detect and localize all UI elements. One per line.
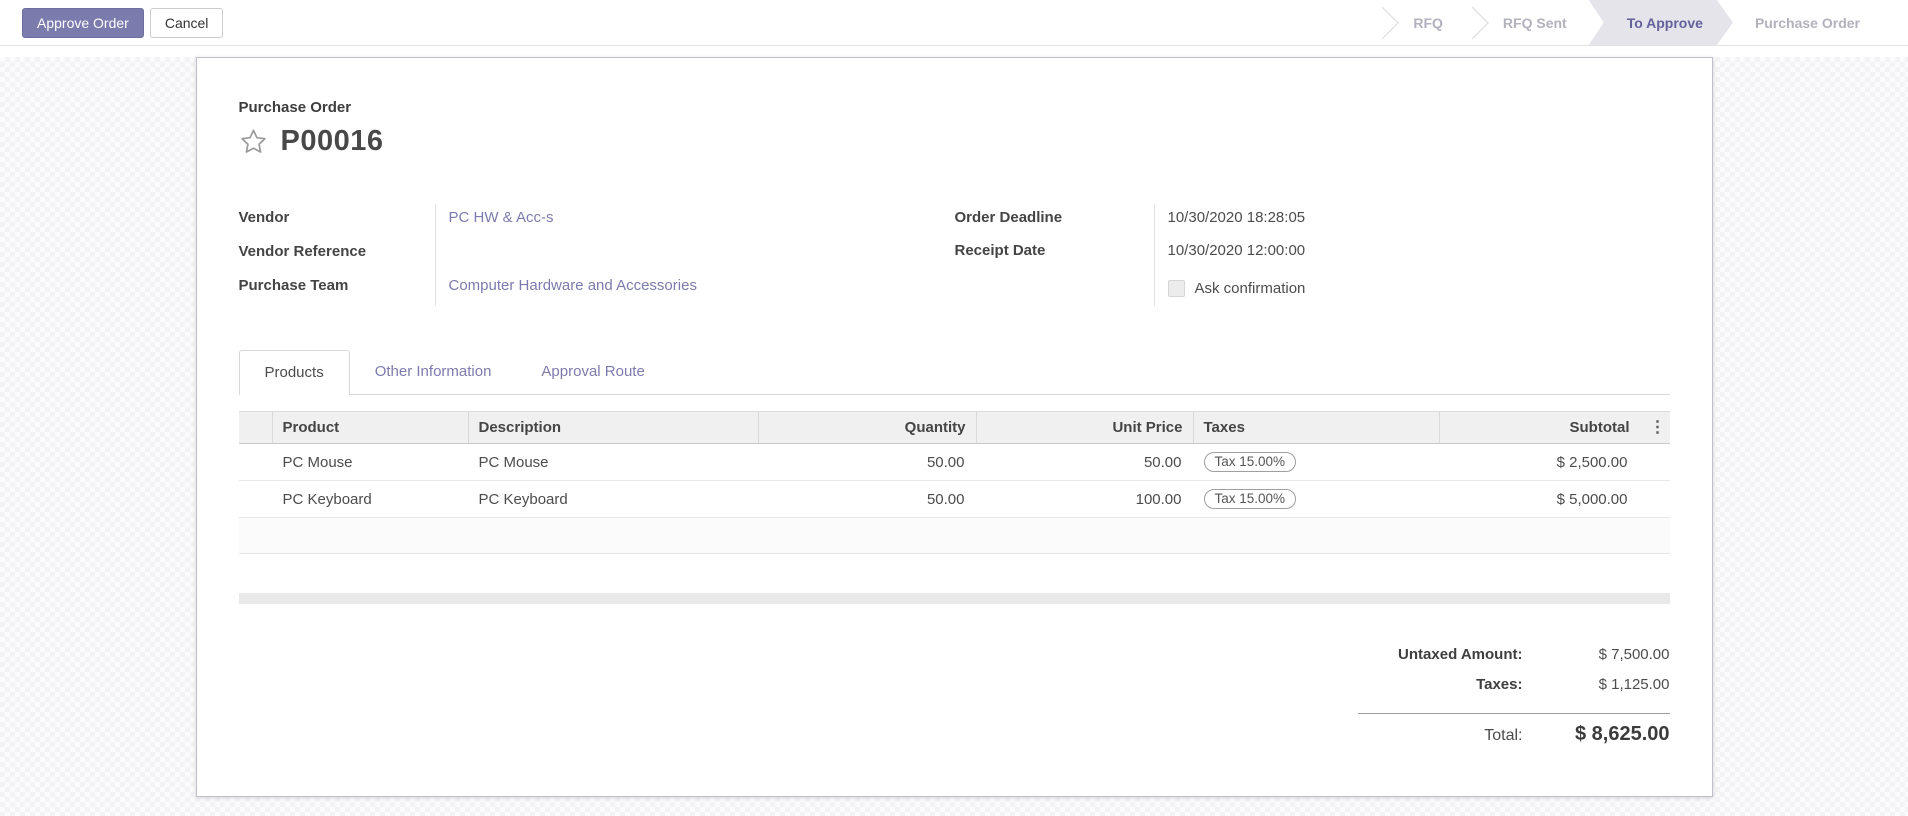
table-row[interactable]: PC Mouse PC Mouse 50.00 50.00 Tax 15.00%… — [238, 444, 1670, 481]
notebook-tabs: Products Other Information Approval Rout… — [238, 350, 1670, 395]
product-cell: PC Mouse — [282, 453, 353, 471]
star-icon[interactable] — [239, 127, 268, 156]
approve-order-button[interactable]: Approve Order — [22, 7, 144, 38]
tab-products[interactable]: Products — [238, 350, 350, 395]
empty-table-row — [238, 518, 1670, 554]
subtotal-column-header: Subtotal — [1569, 419, 1630, 436]
purchase-team-value[interactable]: Computer Hardware and Accessories — [434, 272, 929, 306]
statusbar-chevron-icon — [1375, 0, 1391, 45]
order-lines-table: Product Description Quantity Unit Price … — [238, 411, 1670, 554]
totals-block: Untaxed Amount: $ 7,500.00 Taxes: $ 1,12… — [1357, 646, 1670, 753]
tax-badge: Tax 15.00% — [1203, 452, 1297, 472]
field-group-left: Vendor PC HW & Acc-s Vendor Reference Pu… — [239, 204, 929, 306]
description-column-header: Description — [469, 412, 759, 443]
title-row: P00016 — [239, 125, 1670, 158]
form-view-background: Purchase Order P00016 Vendor PC HW & Acc… — [0, 57, 1908, 816]
quantity-cell: 50.00 — [926, 490, 965, 508]
tab-other-information[interactable]: Other Information — [350, 350, 517, 394]
field-groups: Vendor PC HW & Acc-s Vendor Reference Pu… — [239, 204, 1670, 306]
taxes-label: Taxes: — [1476, 676, 1523, 693]
subtotal-cell: $ 5,000.00 — [1556, 490, 1628, 508]
ask-confirmation-checkbox[interactable] — [1167, 280, 1185, 297]
ask-confirmation-row: Ask confirmation — [1153, 270, 1670, 306]
vendor-reference-label: Vendor Reference — [238, 243, 367, 260]
subtotal-cell: $ 2,500.00 — [1556, 453, 1628, 471]
unit-price-cell: 50.00 — [1143, 453, 1182, 471]
purchase-order-sheet: Purchase Order P00016 Vendor PC HW & Acc… — [195, 57, 1713, 797]
description-cell: PC Mouse — [478, 453, 549, 471]
statusbar-step-to-approve[interactable]: To Approve — [1589, 0, 1733, 45]
untaxed-amount-value: $ 7,500.00 — [1598, 646, 1670, 663]
order-deadline-value[interactable]: 10/30/2020 18:28:05 — [1153, 204, 1670, 237]
kebab-icon[interactable]: ⋮ — [1650, 419, 1666, 435]
unit-price-cell: 100.00 — [1135, 490, 1182, 508]
document-type-label: Purchase Order — [238, 99, 352, 116]
taxes-value: $ 1,125.00 — [1598, 676, 1670, 693]
purchase-team-label: Purchase Team — [238, 277, 349, 294]
empty-label-cell — [955, 270, 1154, 306]
cancel-button[interactable]: Cancel — [149, 7, 224, 38]
vendor-value[interactable]: PC HW & Acc-s — [434, 204, 929, 238]
total-value: $ 8,625.00 — [1574, 723, 1670, 745]
taxes-cell: Tax 15.00% — [1194, 452, 1440, 472]
horizontal-scrollbar[interactable] — [238, 593, 1670, 604]
statusbar-step-rfq[interactable]: RFQ — [1391, 0, 1465, 45]
receipt-date-value[interactable]: 10/30/2020 12:00:00 — [1153, 237, 1670, 270]
page-title: P00016 — [280, 125, 384, 157]
totals-divider — [1357, 713, 1670, 714]
taxes-cell: Tax 15.00% — [1194, 489, 1440, 509]
field-group-right: Order Deadline 10/30/2020 18:28:05 Recei… — [955, 204, 1670, 306]
top-control-bar: Approve Order Cancel RFQ RFQ Sent To App… — [0, 0, 1908, 46]
ask-confirmation-label: Ask confirmation — [1194, 280, 1306, 297]
taxes-column-header: Taxes — [1194, 412, 1440, 443]
description-cell: PC Keyboard — [478, 490, 568, 508]
vendor-label: Vendor — [238, 209, 290, 226]
tab-approval-route[interactable]: Approval Route — [516, 350, 669, 394]
product-column-header: Product — [273, 412, 469, 443]
order-deadline-label: Order Deadline — [954, 209, 1063, 226]
receipt-date-label: Receipt Date — [954, 242, 1046, 259]
quantity-cell: 50.00 — [926, 453, 965, 471]
total-row: Total: $ 8,625.00 — [1358, 723, 1670, 753]
statusbar-chevron-icon — [1465, 0, 1481, 45]
unit-price-column-header: Unit Price — [977, 412, 1194, 443]
quantity-column-header: Quantity — [759, 412, 977, 443]
statusbar: RFQ RFQ Sent To Approve Purchase Order — [1375, 0, 1882, 45]
total-label: Total: — [1484, 727, 1523, 744]
untaxed-amount-label: Untaxed Amount: — [1398, 646, 1523, 663]
table-header-row: Product Description Quantity Unit Price … — [238, 411, 1670, 444]
vendor-reference-field[interactable] — [434, 238, 929, 272]
statusbar-step-rfq-sent[interactable]: RFQ Sent — [1481, 0, 1589, 45]
table-row[interactable]: PC Keyboard PC Keyboard 50.00 100.00 Tax… — [238, 481, 1670, 518]
taxes-row: Taxes: $ 1,125.00 — [1358, 676, 1670, 706]
handle-column-header — [239, 412, 273, 443]
untaxed-amount-row: Untaxed Amount: $ 7,500.00 — [1358, 646, 1670, 676]
tax-badge: Tax 15.00% — [1203, 489, 1297, 509]
statusbar-step-purchase-order[interactable]: Purchase Order — [1733, 0, 1882, 45]
product-cell: PC Keyboard — [282, 490, 372, 508]
